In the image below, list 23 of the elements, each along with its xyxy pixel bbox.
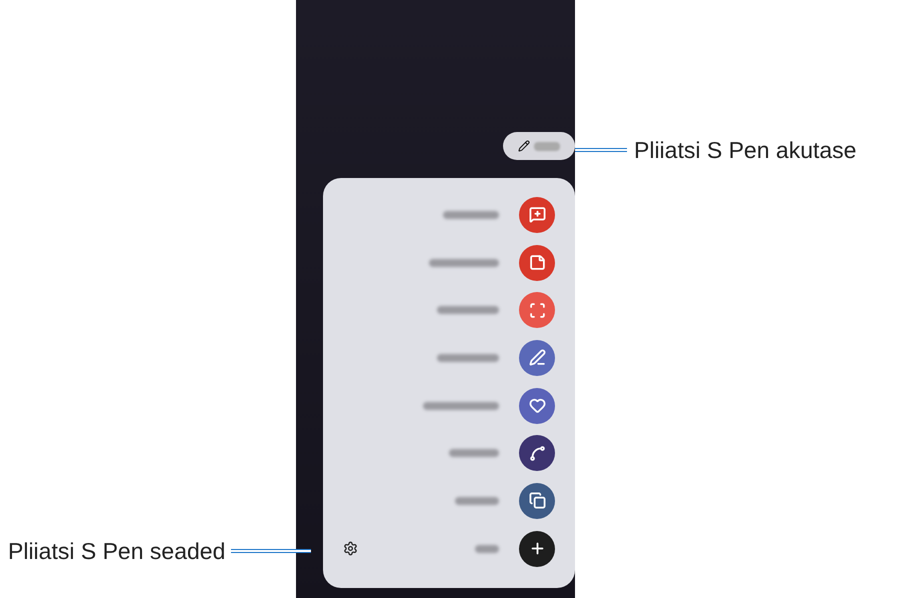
- plus-icon: [528, 540, 546, 558]
- heart-icon: [528, 397, 546, 414]
- blurred-label: [475, 544, 499, 553]
- note-icon: [528, 254, 546, 272]
- callout-label: Pliiatsi S Pen seaded: [8, 537, 226, 566]
- menu-item-button[interactable]: [519, 530, 555, 567]
- overlapping-squares-icon: [528, 492, 546, 510]
- blurred-label: [443, 210, 499, 219]
- blurred-label: [437, 306, 499, 314]
- blurred-label: [437, 354, 499, 362]
- blurred-label: [429, 258, 499, 267]
- pen-icon: [518, 140, 530, 152]
- air-command-button[interactable]: [503, 132, 575, 160]
- callout-label: Pliiatsi S Pen akutase: [634, 136, 856, 165]
- settings-icon[interactable]: [343, 541, 358, 556]
- menu-item-button[interactable]: [519, 435, 555, 472]
- blurred-label: [534, 142, 560, 150]
- blurred-label: [449, 449, 499, 458]
- note-plus-icon: [528, 206, 546, 224]
- dashed-frame-icon: [528, 302, 546, 319]
- pen-icon: [528, 349, 546, 366]
- blurred-label: [455, 496, 499, 505]
- menu-item-button[interactable]: [519, 482, 555, 519]
